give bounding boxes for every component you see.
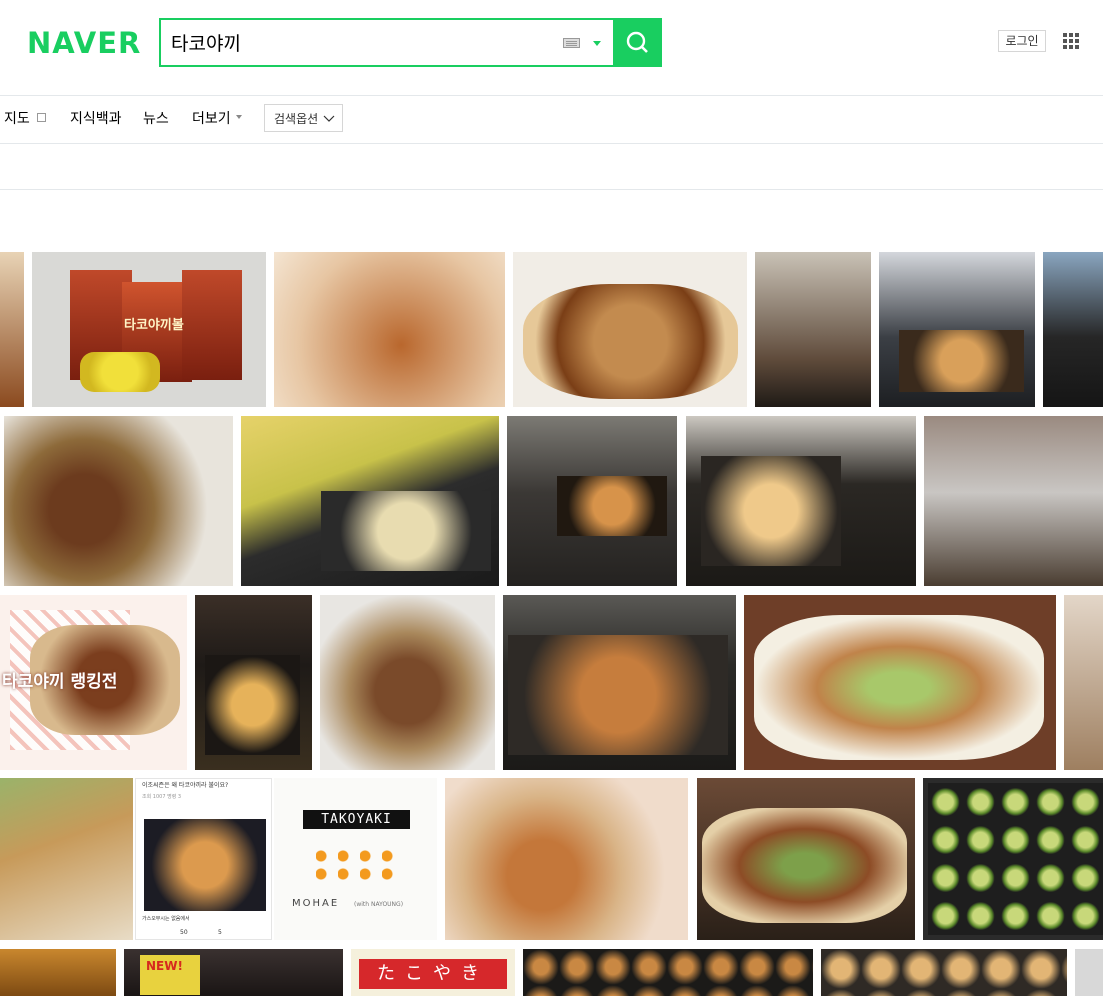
search-options-button[interactable]: 검색옵션 (264, 104, 343, 132)
filter-bar-divider (0, 189, 1103, 190)
image-result[interactable] (513, 252, 747, 407)
header: NAVER 로그인 (0, 0, 1103, 95)
snack-package-label: 타코야끼볼 (124, 318, 184, 333)
chevron-down-icon (323, 115, 335, 122)
search-input[interactable] (171, 28, 551, 56)
takoyaki-brand-label: TAKOYAKI (303, 810, 410, 829)
image-result[interactable]: 타코야끼볼 (32, 252, 266, 407)
apps-grid-icon[interactable] (1063, 33, 1079, 49)
image-result[interactable] (1043, 252, 1103, 407)
image-result[interactable]: TAKOYAKI MOHAE (with NAYOUNG) (274, 778, 437, 940)
mohae-sub-label: (with NAYOUNG) (354, 901, 404, 908)
autocomplete-toggle-icon[interactable] (593, 41, 601, 46)
tab-more-label: 더보기 (192, 111, 231, 127)
image-result[interactable]: 이조씨즌은 왜 타코야끼라 불이요? 조회 1007 명령 3 가스오부시는 없… (135, 778, 272, 940)
image-result[interactable]: たこやき (351, 949, 515, 996)
image-result[interactable] (0, 252, 24, 407)
search-tabs: 지도 지식백과 뉴스 더보기 검색옵션 (0, 95, 1103, 144)
image-result[interactable] (879, 252, 1035, 407)
image-result[interactable] (924, 416, 1103, 586)
keyboard-icon[interactable] (563, 38, 580, 48)
image-result[interactable] (274, 252, 505, 407)
search-button[interactable] (613, 18, 662, 67)
tab-map[interactable]: 지도 (4, 110, 46, 128)
image-result[interactable] (697, 778, 915, 940)
search-icon (626, 31, 648, 53)
image-result[interactable] (503, 595, 736, 770)
image-result[interactable]: NEW! (124, 949, 343, 996)
kana-sign-label: たこやき (359, 959, 507, 989)
blog-meta: 조회 1007 명령 3 (142, 794, 182, 800)
blog-comment-count: 5 (218, 929, 222, 936)
naver-logo[interactable]: NAVER (27, 27, 141, 59)
image-result[interactable]: 타코야끼 랭킹전 (0, 595, 187, 770)
image-result[interactable] (1064, 595, 1103, 770)
new-window-icon (36, 112, 46, 122)
mohae-label: MOHAE (292, 898, 340, 909)
blog-caption: 가스오부시는 없음에서 (142, 916, 190, 922)
image-result[interactable] (0, 778, 133, 940)
image-result[interactable] (195, 595, 312, 770)
image-result[interactable] (320, 595, 495, 770)
image-result[interactable] (821, 949, 1067, 996)
image-result[interactable] (923, 778, 1103, 940)
tab-news[interactable]: 뉴스 (143, 110, 169, 128)
search-box[interactable] (159, 18, 616, 67)
image-result[interactable] (507, 416, 677, 586)
login-button[interactable]: 로그인 (998, 30, 1046, 52)
image-result[interactable] (523, 949, 813, 996)
image-result[interactable] (686, 416, 916, 586)
image-result[interactable] (0, 949, 116, 996)
image-result[interactable] (755, 252, 871, 407)
image-result[interactable] (445, 778, 688, 940)
image-result[interactable] (241, 416, 499, 586)
image-result[interactable] (1075, 949, 1103, 996)
caret-down-icon (235, 115, 242, 119)
tab-map-label: 지도 (4, 111, 30, 127)
image-result[interactable] (744, 595, 1056, 770)
tab-more[interactable]: 더보기 (192, 110, 242, 128)
ranking-label: 타코야끼 랭킹전 (2, 672, 118, 692)
neon-sign-label: NEW! (146, 959, 183, 973)
search-options-label: 검색옵션 (274, 112, 319, 126)
tab-dictionary[interactable]: 지식백과 (70, 110, 122, 128)
blog-title: 이조씨즌은 왜 타코야끼라 불이요? (142, 782, 229, 789)
blog-like-count: 50 (180, 929, 188, 936)
image-result[interactable] (4, 416, 233, 586)
